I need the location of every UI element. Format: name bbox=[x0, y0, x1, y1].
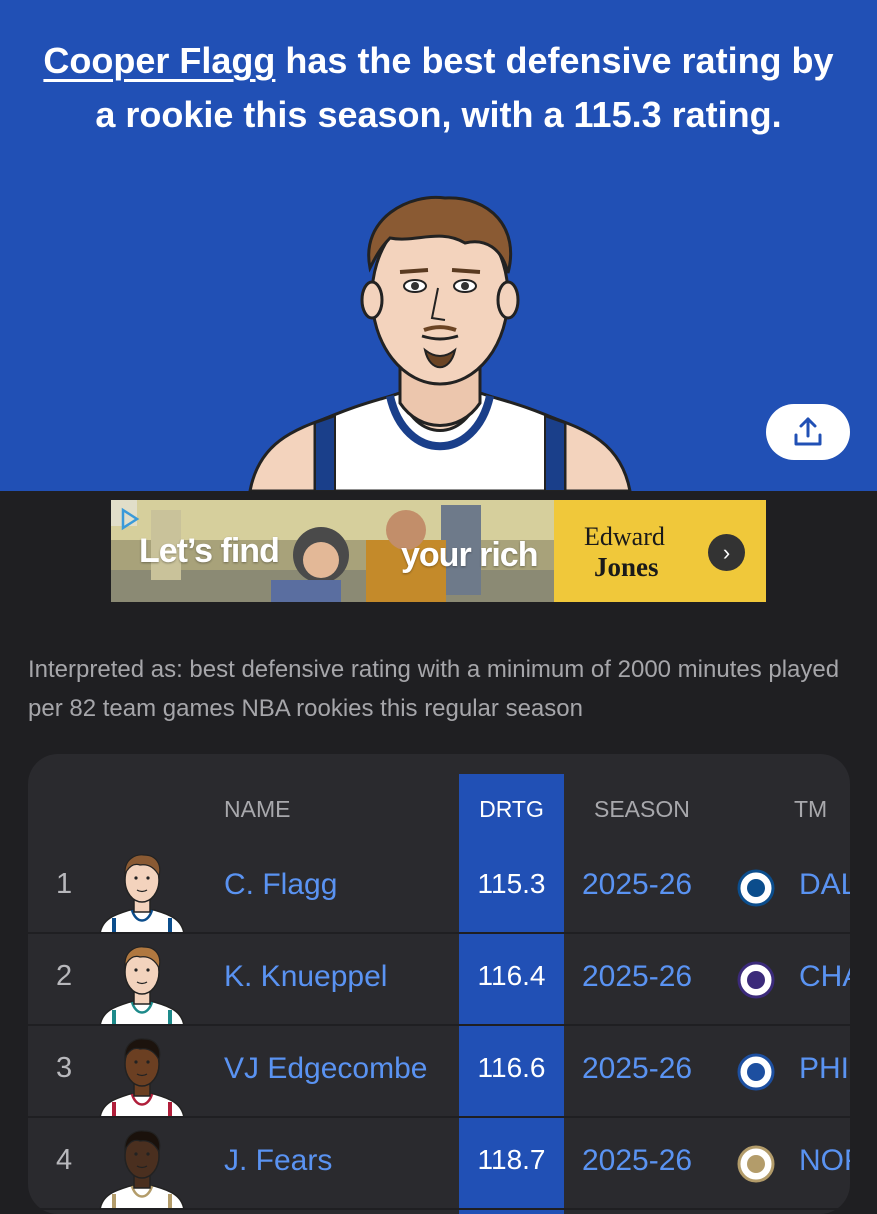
ad-choices-icon[interactable] bbox=[117, 506, 143, 532]
ad-headline-right: your rich bbox=[401, 536, 538, 574]
season-link[interactable]: 2025-26 bbox=[582, 960, 692, 994]
player-link[interactable]: Cooper Flagg bbox=[43, 40, 275, 81]
share-icon bbox=[794, 417, 822, 446]
row-divider bbox=[28, 1208, 850, 1210]
drtg-value: 115.3 bbox=[477, 868, 546, 899]
player-avatar bbox=[99, 854, 185, 934]
team-link[interactable]: CHA bbox=[799, 960, 850, 994]
row-rank: 4 bbox=[56, 1144, 73, 1176]
team-logo-icon bbox=[737, 1145, 775, 1183]
header-team[interactable]: TM bbox=[794, 796, 827, 823]
drtg-value: 116.6 bbox=[477, 1052, 546, 1083]
header-season[interactable]: SEASON bbox=[594, 796, 690, 823]
team-logo-icon bbox=[737, 869, 775, 907]
row-rank: 3 bbox=[56, 1052, 73, 1084]
table-row[interactable]: 1 C. Flagg 115.3 2025-26 DAL bbox=[28, 842, 850, 934]
team-logo-icon bbox=[737, 961, 775, 999]
results-table: NAME DRTG SEASON TM 1 C. Flagg 115.3 2025-2… bbox=[28, 754, 850, 1214]
drtg-value: 116.4 bbox=[477, 960, 546, 991]
player-name-link[interactable]: J. Fears bbox=[224, 1144, 332, 1178]
player-illustration bbox=[248, 195, 632, 491]
hero-banner: Cooper Flagg has the best defensive rati… bbox=[0, 0, 877, 491]
season-link[interactable]: 2025-26 bbox=[582, 1052, 692, 1086]
header-name[interactable]: NAME bbox=[224, 796, 290, 823]
player-name-link[interactable]: VJ Edgecombe bbox=[224, 1052, 427, 1086]
player-avatar bbox=[99, 946, 185, 1026]
ad-banner[interactable]: Let’s find your rich Edward Jones › bbox=[111, 500, 766, 602]
ad-brand-line2: Jones bbox=[594, 552, 659, 582]
headline: Cooper Flagg has the best defensive rati… bbox=[30, 34, 847, 142]
player-name-link[interactable]: C. Flagg bbox=[224, 868, 337, 902]
drtg-value: 118.7 bbox=[477, 1144, 546, 1175]
table-row[interactable]: 2 K. Knueppel 116.4 2025-26 CHA bbox=[28, 934, 850, 1026]
ad-brand-panel: Edward Jones › bbox=[554, 500, 766, 602]
season-link[interactable]: 2025-26 bbox=[582, 868, 692, 902]
row-rank: 2 bbox=[56, 960, 73, 992]
row-rank: 1 bbox=[56, 868, 73, 900]
team-link[interactable]: PHI bbox=[799, 1052, 850, 1086]
player-name-link[interactable]: K. Knueppel bbox=[224, 960, 387, 994]
team-link[interactable]: NOP bbox=[799, 1144, 850, 1178]
ad-brand-line1: Edward bbox=[584, 522, 665, 551]
season-link[interactable]: 2025-26 bbox=[582, 1144, 692, 1178]
share-button[interactable] bbox=[766, 404, 850, 460]
table-row[interactable]: 4 J. Fears 118.7 2025-26 NOP bbox=[28, 1118, 850, 1210]
team-logo-icon bbox=[737, 1053, 775, 1091]
ad-headline-left: Let’s find bbox=[139, 532, 280, 570]
chevron-right-icon[interactable]: › bbox=[708, 534, 745, 571]
player-avatar bbox=[99, 1130, 185, 1210]
table-row[interactable]: 3 VJ Edgecombe 116.6 2025-26 PHI bbox=[28, 1026, 850, 1118]
team-link[interactable]: DAL bbox=[799, 868, 850, 902]
interpretation-text: Interpreted as: best defensive rating wi… bbox=[28, 656, 840, 722]
header-drtg[interactable]: DRTG bbox=[459, 796, 564, 823]
player-avatar bbox=[99, 1038, 185, 1118]
